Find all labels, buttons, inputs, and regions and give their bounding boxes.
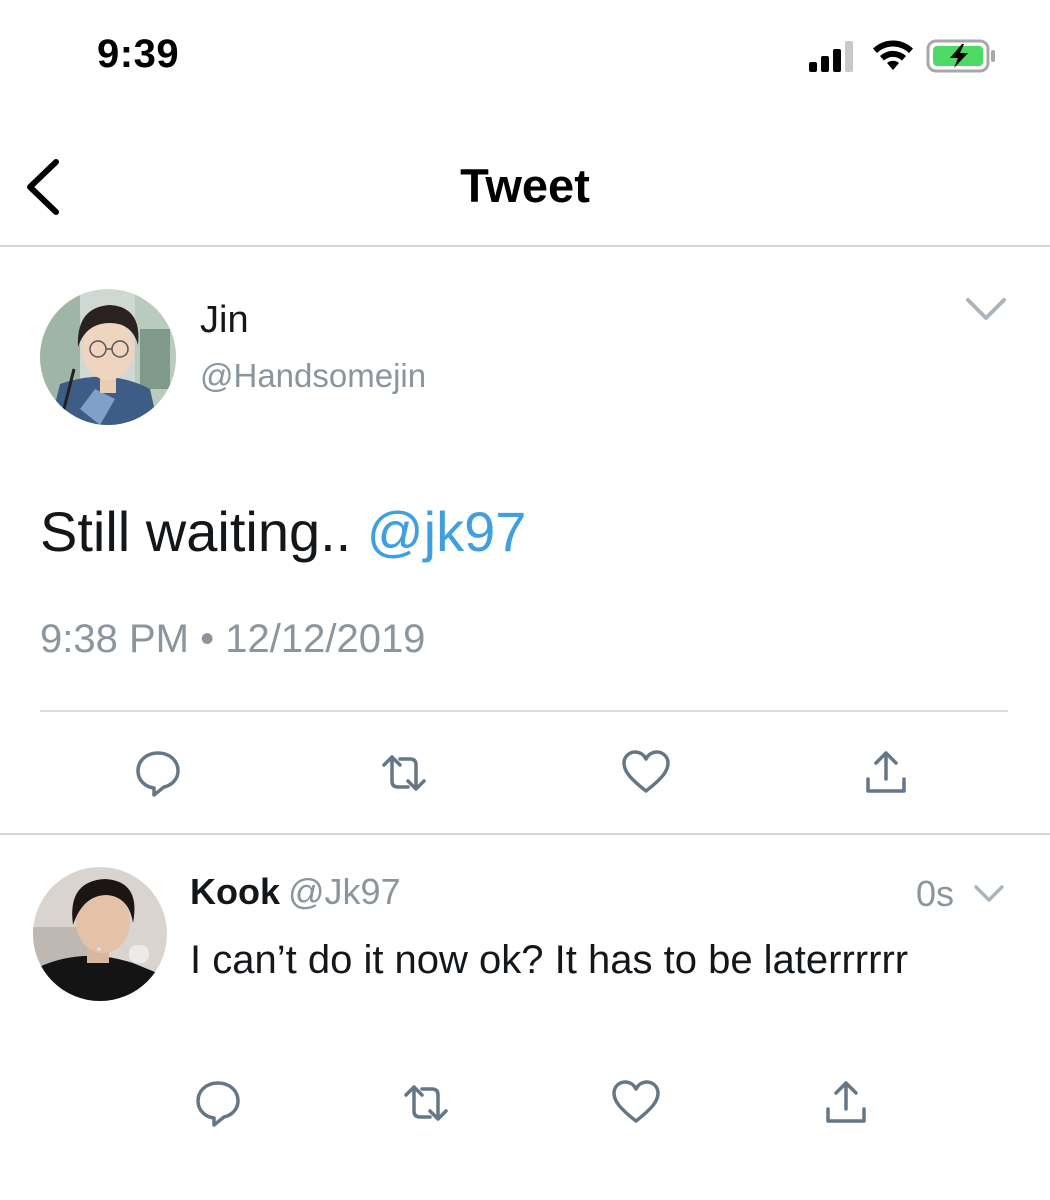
tweet-time: 9:38 PM <box>40 617 189 661</box>
tweet-body: Still waiting.. <box>40 500 352 563</box>
signal-bars-icon <box>809 41 853 72</box>
page-title: Tweet <box>460 159 590 212</box>
tweet-actions <box>0 743 1050 803</box>
retweet-icon[interactable] <box>378 747 430 799</box>
reply-author-handle[interactable]: @Jk97 <box>288 871 401 912</box>
wifi-icon <box>873 40 913 70</box>
reply-author-name[interactable]: Kook <box>190 871 280 912</box>
reply-time: 0s <box>916 873 955 914</box>
meta-separator: • <box>200 617 215 661</box>
share-icon[interactable] <box>820 1077 872 1129</box>
divider <box>40 710 1008 712</box>
main-tweet: Jin @Handsomejin Still waiting.. @jk97 9… <box>0 247 1050 835</box>
like-icon[interactable] <box>610 1077 662 1129</box>
avatar[interactable] <box>40 289 176 425</box>
battery-charging-icon <box>926 39 995 73</box>
reply-icon[interactable] <box>192 1077 244 1129</box>
chevron-down-icon[interactable] <box>972 881 1006 907</box>
tweet-text: Still waiting.. @jk97 <box>40 499 526 564</box>
author-handle[interactable]: @Handsomejin <box>200 357 426 395</box>
mention-link[interactable]: @jk97 <box>367 500 527 563</box>
chevron-down-icon[interactable] <box>962 292 1010 326</box>
reply-tweet[interactable]: Kook @Jk97 0s I can’t do it now ok? It ha… <box>0 835 1050 1200</box>
author-name[interactable]: Jin <box>200 299 249 342</box>
reply-author: Kook @Jk97 <box>190 871 401 913</box>
tweet-timestamp: 9:38 PM • 12/12/2019 <box>40 617 425 662</box>
status-bar: 9:39 <box>0 0 1050 110</box>
like-icon[interactable] <box>620 747 672 799</box>
reply-actions <box>0 1073 1050 1133</box>
reply-icon[interactable] <box>132 747 184 799</box>
tweet-date: 12/12/2019 <box>225 617 426 661</box>
nav-header: Tweet <box>0 110 1050 247</box>
reply-text: I can’t do it now ok? It has to be later… <box>190 938 909 982</box>
share-icon[interactable] <box>860 747 912 799</box>
status-time: 9:39 <box>97 32 180 76</box>
retweet-icon[interactable] <box>400 1077 452 1129</box>
reply-avatar[interactable] <box>33 867 167 1001</box>
